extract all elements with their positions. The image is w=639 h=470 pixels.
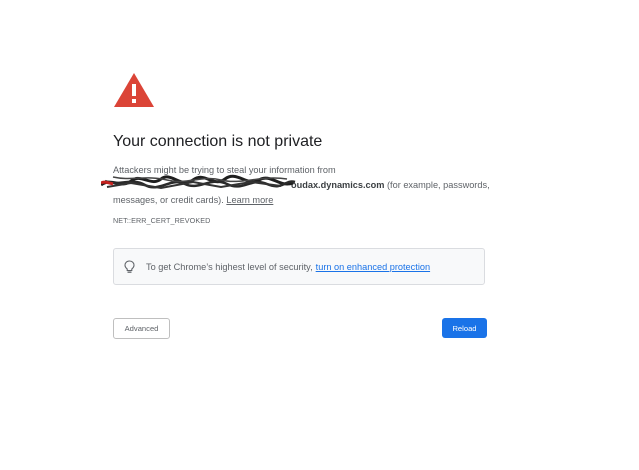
enhanced-protection-text: To get Chrome’s highest level of securit… (146, 261, 313, 272)
error-code: NET::ERR_CERT_REVOKED (113, 216, 211, 225)
enhanced-protection-box: To get Chrome’s highest level of securit… (113, 248, 485, 285)
page-title: Your connection is not private (113, 133, 323, 150)
reload-button[interactable]: Reload (442, 318, 487, 338)
warning-triangle-icon (114, 73, 154, 107)
error-message: Attackers might be trying to steal your … (101, 163, 493, 208)
redacted-scribble (101, 174, 296, 190)
enhanced-protection-link[interactable]: turn on enhanced protection (316, 262, 430, 272)
site-domain: oudax.dynamics.com (291, 180, 385, 190)
lightbulb-icon (124, 259, 135, 273)
advanced-button[interactable]: Advanced (113, 318, 170, 339)
learn-more-link[interactable]: Learn more (226, 195, 273, 205)
